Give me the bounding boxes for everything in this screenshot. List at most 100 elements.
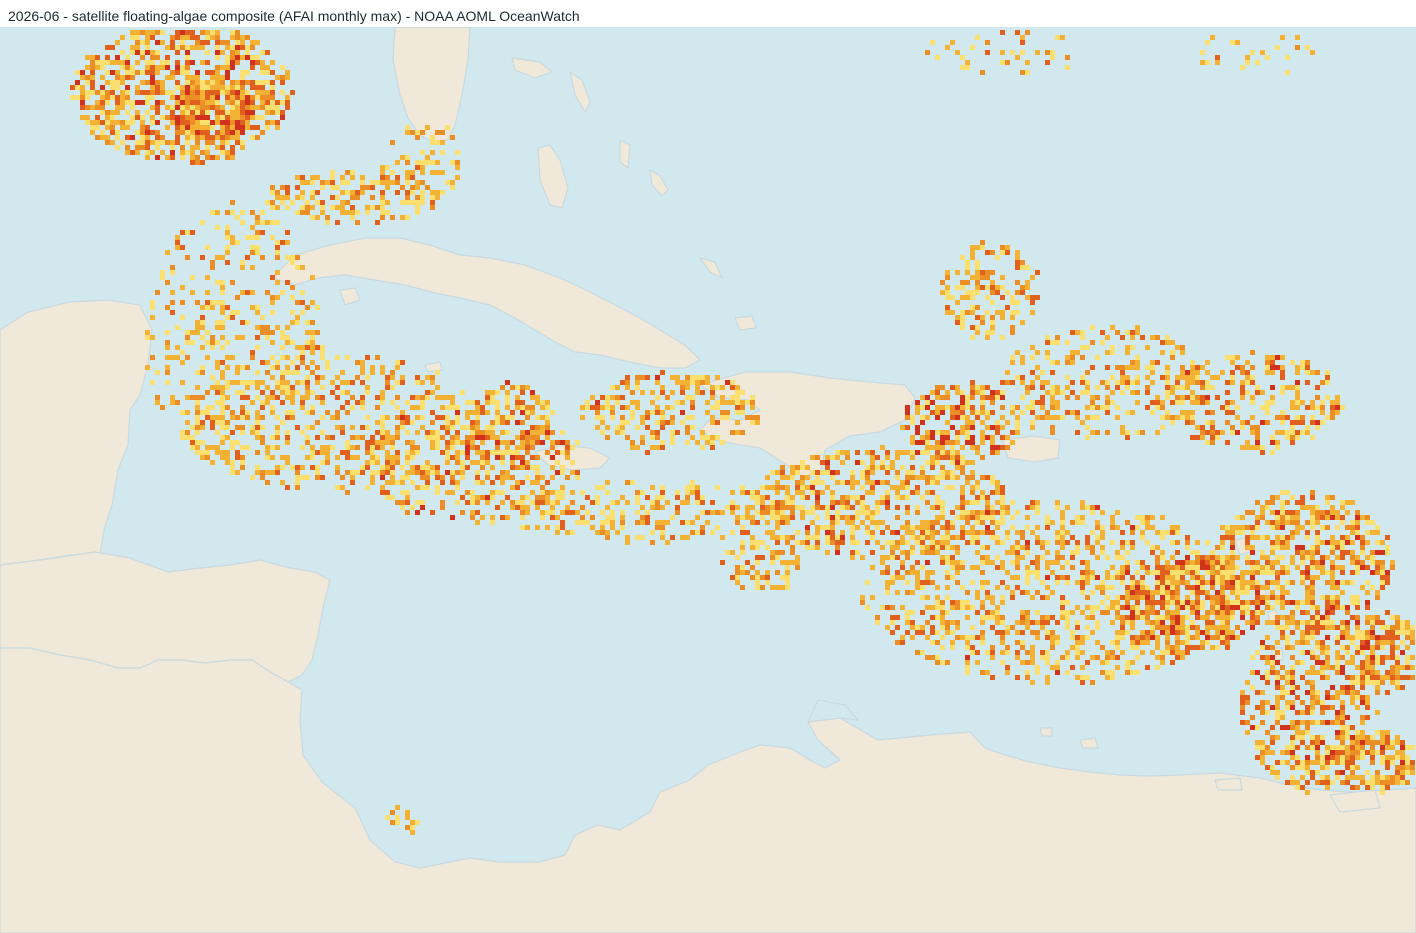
- algae-cell: [540, 515, 545, 520]
- algae-cell: [220, 80, 225, 85]
- algae-cell: [750, 415, 755, 420]
- algae-cell: [815, 495, 820, 500]
- algae-cell: [205, 80, 210, 85]
- algae-cell: [205, 125, 210, 130]
- algae-cell: [975, 245, 980, 250]
- algae-cell: [280, 290, 285, 295]
- algae-cell: [490, 465, 495, 470]
- algae-cell: [340, 390, 345, 395]
- algae-cell: [200, 305, 205, 310]
- algae-cell: [585, 520, 590, 525]
- algae-cell: [225, 120, 230, 125]
- algae-cell: [1105, 365, 1110, 370]
- algae-cell: [955, 320, 960, 325]
- algae-cell: [1175, 385, 1180, 390]
- algae-cell: [1295, 395, 1300, 400]
- algae-cell: [215, 365, 220, 370]
- algae-cell: [180, 360, 185, 365]
- algae-cell: [175, 65, 180, 70]
- algae-cell: [185, 80, 190, 85]
- algae-cell: [1195, 380, 1200, 385]
- algae-cell: [180, 95, 185, 100]
- algae-cell: [665, 520, 670, 525]
- algae-cell: [795, 490, 800, 495]
- algae-cell: [110, 115, 115, 120]
- algae-cell: [400, 360, 405, 365]
- algae-cell: [975, 270, 980, 275]
- algae-cell: [290, 200, 295, 205]
- algae-cell: [110, 125, 115, 130]
- algae-cell: [935, 475, 940, 480]
- algae-cell: [1325, 380, 1330, 385]
- algae-cell: [970, 250, 975, 255]
- algae-cell: [215, 80, 220, 85]
- algae-cell: [655, 525, 660, 530]
- algae-cell: [275, 250, 280, 255]
- algae-cell: [1125, 365, 1130, 370]
- algae-cell: [1125, 385, 1130, 390]
- algae-cell: [705, 520, 710, 525]
- algae-cell: [980, 395, 985, 400]
- algae-cell: [660, 410, 665, 415]
- algae-cell: [145, 50, 150, 55]
- algae-cell: [545, 425, 550, 430]
- algae-cell: [345, 490, 350, 495]
- algae-cell: [345, 390, 350, 395]
- algae-cell: [250, 290, 255, 295]
- algae-cell: [1300, 365, 1305, 370]
- algae-cell: [220, 300, 225, 305]
- algae-cell: [905, 450, 910, 455]
- algae-cell: [365, 415, 370, 420]
- algae-cell: [785, 500, 790, 505]
- algae-cell: [895, 495, 900, 500]
- algae-cell: [195, 85, 200, 90]
- algae-cell: [220, 135, 225, 140]
- algae-cell: [180, 125, 185, 130]
- algae-cell: [1290, 405, 1295, 410]
- algae-cell: [305, 305, 310, 310]
- algae-cell: [895, 545, 900, 550]
- algae-cell: [310, 330, 315, 335]
- algae-cell: [720, 510, 725, 515]
- algae-cell: [365, 485, 370, 490]
- algae-cell: [400, 420, 405, 425]
- algae-cell: [190, 290, 195, 295]
- algae-cell: [895, 450, 900, 455]
- algae-cell: [655, 435, 660, 440]
- algae-cell: [385, 415, 390, 420]
- algae-cell: [265, 220, 270, 225]
- map-canvas[interactable]: [0, 27, 1416, 933]
- algae-cell: [980, 510, 985, 515]
- algae-cell: [275, 435, 280, 440]
- algae-cell: [300, 465, 305, 470]
- algae-cell: [905, 480, 910, 485]
- algae-cell: [1145, 405, 1150, 410]
- algae-cell: [845, 500, 850, 505]
- algae-cell: [275, 120, 280, 125]
- algae-cell: [145, 90, 150, 95]
- algae-cell: [945, 390, 950, 395]
- algae-cell: [210, 100, 215, 105]
- algae-cell: [430, 465, 435, 470]
- algae-cell: [915, 525, 920, 530]
- algae-cell: [175, 355, 180, 360]
- algae-cell: [250, 95, 255, 100]
- algae-cell: [430, 135, 435, 140]
- map-frame[interactable]: [0, 27, 1416, 933]
- algae-cell: [285, 105, 290, 110]
- algae-cell: [795, 480, 800, 485]
- algae-cell: [295, 210, 300, 215]
- algae-cell: [380, 195, 385, 200]
- algae-cell: [200, 90, 205, 95]
- algae-cell: [1030, 300, 1035, 305]
- algae-cell: [255, 230, 260, 235]
- algae-cell: [440, 425, 445, 430]
- algae-cell: [1025, 265, 1030, 270]
- algae-cell: [845, 520, 850, 525]
- algae-cell: [965, 400, 970, 405]
- algae-cell: [1060, 390, 1065, 395]
- algae-cell: [965, 430, 970, 435]
- algae-cell: [620, 405, 625, 410]
- algae-cell: [1015, 430, 1020, 435]
- algae-cell: [865, 465, 870, 470]
